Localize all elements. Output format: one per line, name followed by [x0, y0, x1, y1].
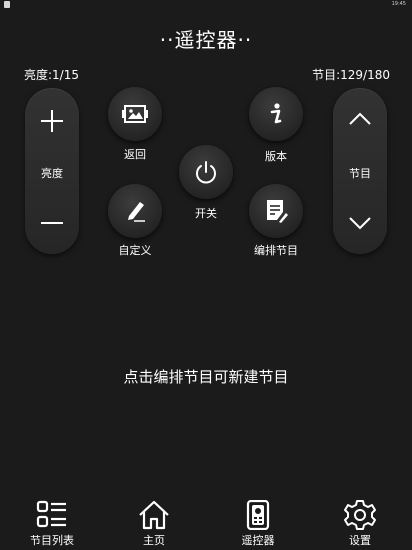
home-icon: [139, 500, 169, 530]
status-bar: 19:45: [0, 0, 412, 10]
tab-settings[interactable]: 设置: [320, 490, 400, 550]
gear-icon: [344, 500, 376, 530]
tab-remote[interactable]: 遥控器: [218, 490, 298, 550]
brightness-up-button[interactable]: [35, 104, 69, 138]
status-time: 19:45: [391, 1, 406, 7]
minus-icon: [41, 222, 63, 224]
channel-control: 节目: [333, 88, 387, 254]
channel-down-button[interactable]: [345, 208, 375, 238]
brightness-readout: 亮度:1/15: [24, 68, 79, 82]
edit-program-label: 编排节目: [254, 244, 298, 257]
edit-document-icon: [267, 200, 288, 223]
tab-home[interactable]: 主页: [114, 490, 194, 550]
info-icon: [270, 103, 282, 124]
hint-text: 点击编排节目可新建节目: [123, 368, 289, 386]
remote-icon: [246, 500, 270, 530]
tab-remote-label: 遥控器: [241, 534, 275, 547]
chevron-up-icon: [349, 112, 371, 125]
power-label: 开关: [195, 207, 217, 220]
brightness-down-button[interactable]: [35, 206, 69, 240]
bottom-tab-bar: 节目列表 主页 遥控器 设置: [0, 490, 412, 550]
plus-icon: [41, 110, 63, 132]
channel-up-button[interactable]: [345, 104, 375, 134]
custom-label: 自定义: [118, 244, 152, 257]
channel-readout: 节目:129/180: [312, 68, 390, 82]
version-button[interactable]: [249, 87, 303, 141]
picture-icon: [122, 105, 148, 123]
channel-label: 节目: [349, 167, 371, 180]
power-button[interactable]: [179, 145, 233, 199]
edit-program-button[interactable]: [249, 184, 303, 238]
power-icon: [196, 161, 216, 184]
back-label: 返回: [124, 148, 146, 161]
tab-program-list[interactable]: 节目列表: [12, 490, 92, 550]
tab-program-list-label: 节目列表: [30, 534, 74, 547]
custom-button[interactable]: [108, 184, 162, 238]
back-button[interactable]: [108, 87, 162, 141]
brightness-control: 亮度: [25, 88, 79, 254]
notification-icon: [4, 1, 10, 8]
list-icon: [36, 500, 66, 528]
tab-home-label: 主页: [143, 534, 165, 547]
chevron-down-icon: [349, 217, 371, 230]
version-label: 版本: [265, 150, 287, 163]
pencil-icon: [128, 202, 145, 222]
page-title: ··遥控器··: [159, 28, 253, 52]
tab-settings-label: 设置: [349, 534, 371, 547]
brightness-label: 亮度: [41, 167, 63, 180]
